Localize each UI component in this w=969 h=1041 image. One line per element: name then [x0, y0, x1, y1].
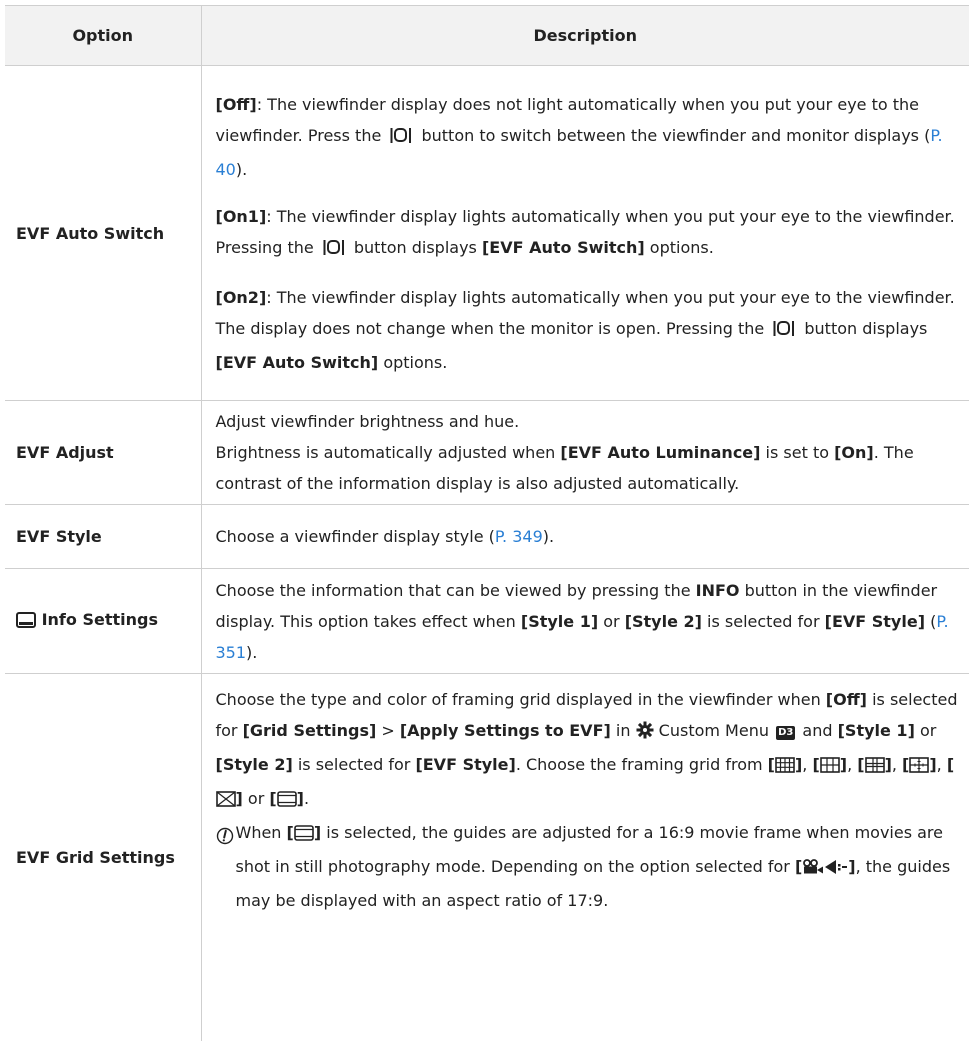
description-paragraph: Choose the type and color of framing gri…	[216, 684, 969, 817]
table-row: Info Settings Choose the information tha…	[5, 569, 969, 674]
table-row: EVF Auto Switch [Off]: The viewfinder di…	[5, 66, 969, 401]
option-name: Info Settings	[5, 569, 201, 674]
description-paragraph: [On2]: The viewfinder display lights aut…	[216, 282, 969, 378]
grid-thirds-icon	[820, 752, 840, 783]
grid-diagonal-icon	[216, 786, 236, 817]
table-row: EVF Style Choose a viewfinder display st…	[5, 505, 969, 569]
option-name: EVF Auto Switch	[5, 66, 201, 401]
description-paragraph: Choose a viewfinder display style (P. 34…	[216, 521, 969, 552]
lv-button-icon	[390, 123, 412, 154]
option-description: [Off]: The viewfinder display does not l…	[201, 66, 969, 401]
grid-movie-frame-icon	[277, 786, 297, 817]
table-row: EVF Grid Settings Choose the type and co…	[5, 674, 969, 1041]
description-paragraph: [Off]: The viewfinder display does not l…	[216, 89, 969, 185]
lv-button-icon	[323, 235, 345, 266]
table-header-row: Option Description	[5, 6, 969, 66]
description-paragraph: Choose the information that can be viewe…	[216, 575, 969, 668]
option-name: EVF Adjust	[5, 401, 201, 505]
description-paragraph: [On1]: The viewfinder display lights aut…	[216, 201, 969, 266]
page-link[interactable]: P. 349	[495, 527, 543, 546]
caution-icon	[216, 824, 234, 855]
option-label: Info Settings	[42, 610, 158, 629]
menu-badge: D3	[776, 726, 795, 740]
grid-golden-icon	[865, 752, 885, 783]
movie-camera-icon	[802, 854, 824, 885]
option-description: Adjust viewfinder brightness and hue. Br…	[201, 401, 969, 505]
description-column-header: Description	[201, 6, 969, 66]
option-description: Choose the type and color of framing gri…	[201, 674, 969, 1041]
option-column-header: Option	[5, 6, 201, 66]
lv-button-icon	[773, 316, 795, 347]
option-name: EVF Grid Settings	[5, 674, 201, 1041]
description-line: Adjust viewfinder brightness and hue.	[216, 406, 969, 437]
table-row: EVF Adjust Adjust viewfinder brightness …	[5, 401, 969, 505]
option-description: Choose the information that can be viewe…	[201, 569, 969, 674]
caution-note: When [] is selected, the guides are adju…	[216, 817, 969, 916]
description-paragraph: Brightness is automatically adjusted whe…	[216, 437, 969, 499]
movie-audio-icon	[824, 854, 848, 885]
monitor-info-icon	[16, 612, 36, 632]
grid-movie-frame-icon	[294, 820, 314, 851]
caution-text: When [] is selected, the guides are adju…	[236, 817, 969, 916]
option-description: Choose a viewfinder display style (P. 34…	[201, 505, 969, 569]
gear-icon	[636, 718, 654, 749]
evf-options-table: Option Description EVF Auto Switch [Off]…	[5, 5, 969, 1041]
option-name: EVF Style	[5, 505, 201, 569]
grid-3x3-icon	[775, 752, 795, 783]
grid-scale-icon	[909, 752, 929, 783]
